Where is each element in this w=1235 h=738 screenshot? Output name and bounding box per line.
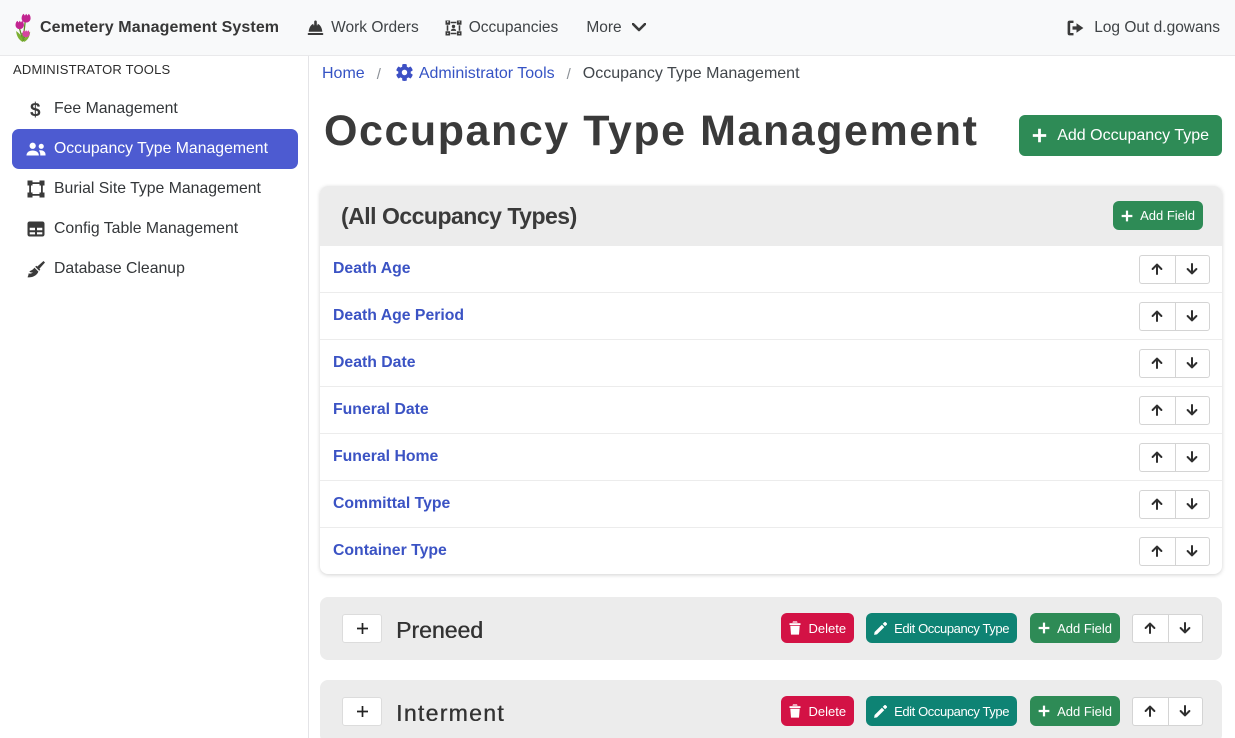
svg-text:$: $ <box>30 100 41 119</box>
